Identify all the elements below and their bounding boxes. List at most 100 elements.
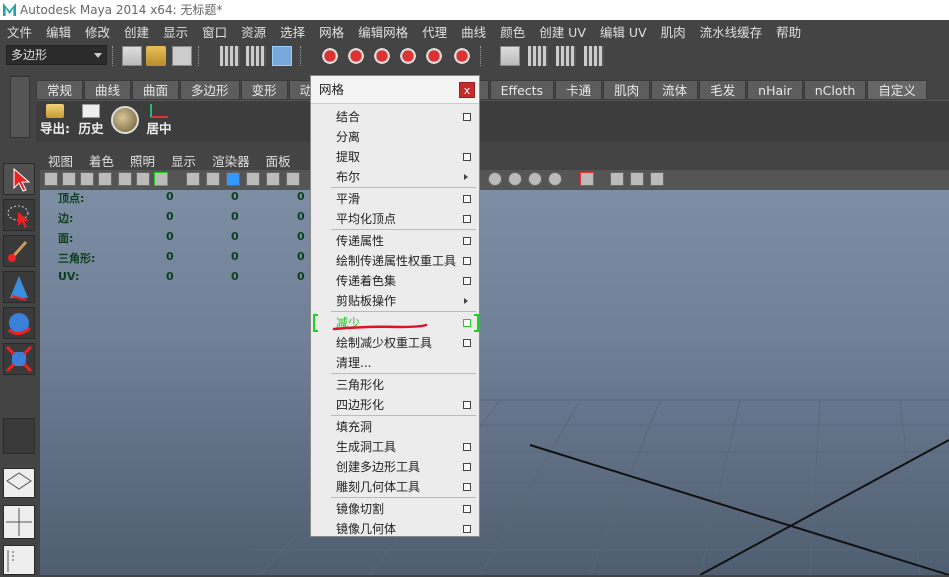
- menu-item-transfer-shading-sets[interactable]: 传递着色集: [311, 271, 479, 291]
- menu-edit[interactable]: 编辑: [39, 22, 78, 41]
- snap-curve-icon[interactable]: [346, 46, 366, 66]
- resolution-gate-icon[interactable]: [154, 172, 168, 186]
- menu-item-triangulate[interactable]: 三角形化: [311, 375, 479, 395]
- menu-item-fill-hole[interactable]: 填充洞: [311, 417, 479, 437]
- menu-mesh[interactable]: 网格: [312, 22, 351, 41]
- xray-joints-icon[interactable]: [630, 172, 644, 186]
- save-scene-icon[interactable]: [172, 46, 192, 66]
- select-hierarchy-icon[interactable]: [220, 46, 240, 66]
- shelf-history-button[interactable]: 历史: [76, 104, 106, 138]
- menu-modify[interactable]: 修改: [78, 22, 117, 41]
- shelf-tab-toon[interactable]: 卡通: [555, 80, 603, 100]
- camera-bookmark-icon[interactable]: [62, 172, 76, 186]
- menu-item-quadrangulate[interactable]: 四边形化: [311, 395, 479, 415]
- open-scene-icon[interactable]: [146, 46, 166, 66]
- option-box-icon[interactable]: [463, 443, 471, 451]
- shelf-tab-effects[interactable]: Effects: [489, 80, 555, 100]
- shadows-icon[interactable]: [286, 172, 300, 186]
- menu-curves[interactable]: 曲线: [454, 22, 493, 41]
- option-box-icon[interactable]: [463, 463, 471, 471]
- lasso-tool-button[interactable]: [3, 199, 35, 231]
- panel-menu-lighting[interactable]: 照明: [122, 151, 163, 170]
- menu-muscle[interactable]: 肌肉: [654, 22, 693, 41]
- select-object-icon[interactable]: [246, 46, 266, 66]
- 2d-pan-zoom-icon[interactable]: [98, 172, 112, 186]
- shelf-tab-fluids[interactable]: 流体: [651, 80, 699, 100]
- menu-item-smooth[interactable]: 平滑: [311, 189, 479, 209]
- shelf-export-button[interactable]: 导出:: [38, 104, 72, 138]
- menu-assets[interactable]: 资源: [234, 22, 273, 41]
- menu-item-boolean[interactable]: 布尔: [311, 167, 479, 187]
- image-plane-icon[interactable]: [80, 172, 94, 186]
- shelf-handle[interactable]: [10, 76, 30, 138]
- snap-magnet-icon[interactable]: [452, 46, 472, 66]
- menu-item-create-polygon-tool[interactable]: 创建多边形工具: [311, 457, 479, 477]
- new-scene-icon[interactable]: [122, 46, 142, 66]
- last-tool-button[interactable]: [3, 418, 35, 454]
- menu-edit-uv[interactable]: 编辑 UV: [593, 22, 654, 41]
- panel-menu-renderer[interactable]: 渲染器: [204, 151, 258, 170]
- outliner-layout-button[interactable]: [3, 545, 35, 575]
- option-box-icon[interactable]: [463, 277, 471, 285]
- menu-create[interactable]: 创建: [117, 22, 156, 41]
- ipr-render-icon[interactable]: [584, 46, 604, 66]
- menu-proxy[interactable]: 代理: [415, 22, 454, 41]
- perspective-viewport[interactable]: 顶点: 0 0 0 边: 0 0 0 面: 0 0 0 三角形: 0 0 0 U…: [40, 190, 949, 575]
- option-box-icon[interactable]: [463, 339, 471, 347]
- menu-item-transfer-attributes[interactable]: 传递属性: [311, 231, 479, 251]
- textured-icon[interactable]: [246, 172, 260, 186]
- menu-color[interactable]: 颜色: [493, 22, 532, 41]
- select-component-icon[interactable]: [272, 46, 292, 66]
- option-box-icon[interactable]: [463, 113, 471, 121]
- option-box-icon[interactable]: [463, 153, 471, 161]
- shelf-tab-muscle[interactable]: 肌肉: [603, 80, 651, 100]
- lights-icon[interactable]: [266, 172, 280, 186]
- shelf-tab-polygons[interactable]: 多边形: [180, 80, 240, 100]
- menu-item-paint-transfer-weights[interactable]: 绘制传递属性权重工具: [311, 251, 479, 271]
- move-tool-button[interactable]: [3, 271, 35, 303]
- four-view-layout-button[interactable]: [3, 505, 35, 539]
- menu-item-separate[interactable]: 分离: [311, 127, 479, 147]
- menu-display[interactable]: 显示: [156, 22, 195, 41]
- menu-edit-mesh[interactable]: 编辑网格: [351, 22, 415, 41]
- camera-attributes-icon[interactable]: [44, 172, 58, 186]
- snap-live-icon[interactable]: [424, 46, 444, 66]
- panel-menu-show[interactable]: 显示: [163, 151, 204, 170]
- input-ops-icon[interactable]: [500, 46, 520, 66]
- option-box-icon[interactable]: [463, 257, 471, 265]
- menu-select[interactable]: 选择: [273, 22, 312, 41]
- anti-aliasing-icon[interactable]: [528, 172, 542, 186]
- option-box-icon[interactable]: [463, 505, 471, 513]
- panel-menu-panels[interactable]: 面板: [258, 151, 299, 170]
- menu-create-uv[interactable]: 创建 UV: [532, 22, 593, 41]
- close-icon[interactable]: x: [459, 82, 475, 98]
- isolate-select-icon[interactable]: [580, 172, 594, 186]
- shelf-center-pivot-button[interactable]: 居中: [142, 104, 176, 138]
- smooth-shade-icon[interactable]: [206, 172, 220, 186]
- option-box-icon[interactable]: [463, 319, 471, 327]
- depth-of-field-icon[interactable]: [548, 172, 562, 186]
- menu-item-make-hole-tool[interactable]: 生成洞工具: [311, 437, 479, 457]
- snap-point-icon[interactable]: [372, 46, 392, 66]
- shelf-tab-nhair[interactable]: nHair: [747, 80, 803, 100]
- menu-pipeline-cache[interactable]: 流水线缓存: [693, 22, 770, 41]
- menu-item-sculpt-geometry-tool[interactable]: 雕刻几何体工具: [311, 477, 479, 497]
- single-perspective-layout-button[interactable]: [3, 468, 35, 498]
- wireframe-icon[interactable]: [186, 172, 200, 186]
- menu-item-combine[interactable]: 结合: [311, 107, 479, 127]
- mode-combo[interactable]: 多边形: [6, 45, 107, 65]
- menu-item-cleanup[interactable]: 清理...: [311, 353, 479, 373]
- ambient-occlusion-icon[interactable]: [488, 172, 502, 186]
- shelf-mesh-button[interactable]: [110, 104, 140, 138]
- motion-blur-icon[interactable]: [508, 172, 522, 186]
- panel-menu-shading[interactable]: 着色: [81, 151, 122, 170]
- menu-item-mirror-cut[interactable]: 镜像切割: [311, 499, 479, 519]
- xray-active-icon[interactable]: [650, 172, 664, 186]
- menu-item-clipboard-actions[interactable]: 剪贴板操作: [311, 291, 479, 311]
- select-tool-button[interactable]: [3, 163, 35, 195]
- shaded-icon[interactable]: [226, 172, 240, 186]
- grease-pencil-icon[interactable]: [118, 172, 132, 186]
- film-gate-icon[interactable]: [136, 172, 150, 186]
- panel-menu-view[interactable]: 视图: [40, 151, 81, 170]
- menu-file[interactable]: 文件: [0, 22, 39, 41]
